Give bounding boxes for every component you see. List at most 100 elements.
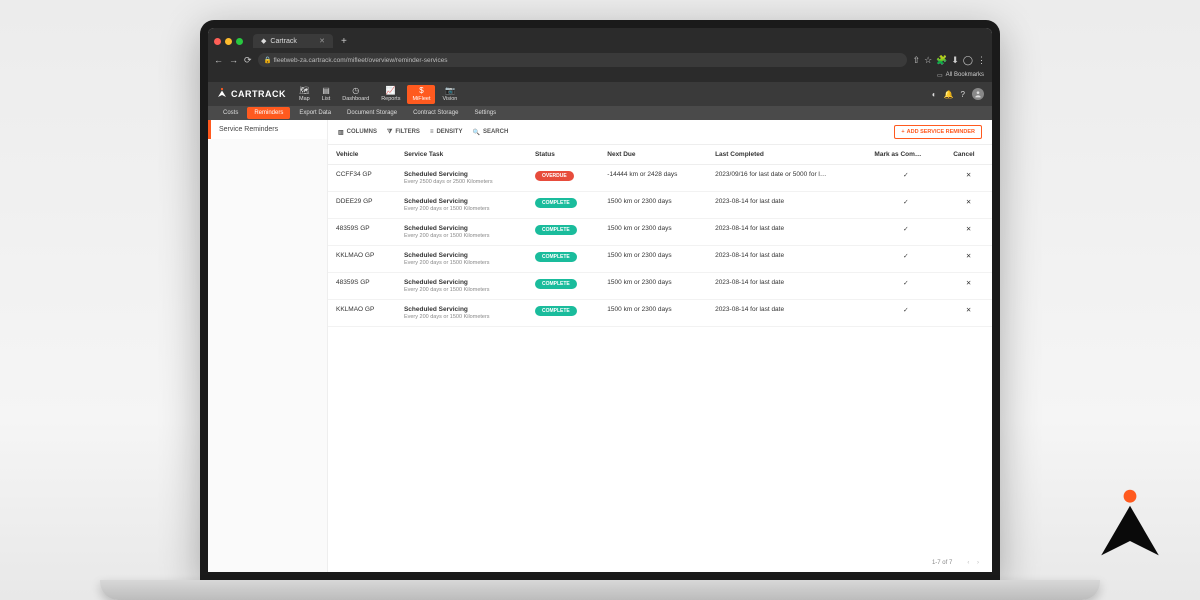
brand-logo[interactable]: CARTRACK (216, 87, 286, 101)
table-row[interactable]: 48359S GPScheduled ServicingEvery 200 da… (328, 273, 992, 300)
sidebar-item-service-reminders[interactable]: Service Reminders (208, 120, 327, 139)
sidebar: Service Reminders (208, 120, 328, 572)
nav-item-dashboard[interactable]: ◷Dashboard (337, 85, 374, 104)
filters-button[interactable]: ⧩ FILTERS (387, 129, 420, 136)
table-row[interactable]: CCFF34 GPScheduled ServicingEvery 2500 d… (328, 165, 992, 192)
cell-task: Scheduled ServicingEvery 200 days or 150… (396, 246, 527, 273)
user-avatar[interactable] (972, 88, 984, 100)
cell-task: Scheduled ServicingEvery 200 days or 150… (396, 219, 527, 246)
screen-content: ◆ Cartrack ✕ + ← → ⟳ 🔒 fleetweb-za.cartr… (208, 28, 992, 572)
close-window-icon[interactable] (214, 38, 221, 45)
mark-complete-button[interactable]: ✓ (866, 246, 945, 273)
cell-task: Scheduled ServicingEvery 200 days or 150… (396, 300, 527, 327)
map-icon: 🗺 (299, 87, 309, 95)
page-next-button[interactable]: › (977, 560, 979, 566)
mark-complete-button[interactable]: ✓ (866, 300, 945, 327)
brand-name: CARTRACK (231, 89, 286, 99)
chart-icon: 📈 (386, 87, 396, 95)
bookmark-icon[interactable]: ☆ (924, 55, 932, 66)
share-icon[interactable]: ⇧ (913, 55, 921, 66)
table-toolbar: ▥ COLUMNS ⧩ FILTERS ≡ DENSITY 🔍 SEARCH (328, 120, 992, 145)
laptop-base (100, 580, 1100, 600)
nav-item-label: List (322, 96, 331, 102)
page-prev-button[interactable]: ‹ (967, 560, 969, 566)
nav-item-label: Reports (381, 96, 400, 102)
subnav-item-export-data[interactable]: Export Data (292, 107, 338, 119)
table-row[interactable]: KKLMAO GPScheduled ServicingEvery 200 da… (328, 300, 992, 327)
subnav-item-document-storage[interactable]: Document Storage (340, 107, 404, 119)
mark-complete-button[interactable]: ✓ (866, 165, 945, 192)
nav-item-label: MiFleet (412, 96, 430, 102)
add-service-reminder-button[interactable]: + ADD SERVICE REMINDER (894, 125, 982, 139)
cell-last-completed: 2023-08-14 for last date (707, 246, 866, 273)
density-icon: ≡ (430, 129, 434, 135)
status-badge: OVERDUE (535, 171, 574, 181)
subnav-item-settings[interactable]: Settings (467, 107, 503, 119)
columns-button[interactable]: ▥ COLUMNS (338, 129, 377, 136)
browser-tab[interactable]: ◆ Cartrack ✕ (253, 34, 333, 48)
bell-icon[interactable]: 🔔 (944, 90, 954, 99)
laptop-screen: ◆ Cartrack ✕ + ← → ⟳ 🔒 fleetweb-za.cartr… (200, 20, 1000, 580)
bookmarks-bar-label[interactable]: All Bookmarks (946, 72, 984, 80)
help-icon[interactable]: ? (961, 90, 965, 99)
lock-icon: 🔒 (264, 57, 272, 64)
mark-complete-button[interactable]: ✓ (866, 192, 945, 219)
extensions-icon[interactable]: 🧩 (936, 55, 947, 66)
forward-button[interactable]: → (229, 55, 238, 65)
nav-item-label: Map (299, 96, 310, 102)
sidebar-item-label: Service Reminders (219, 126, 278, 133)
profile-icon[interactable]: ◯ (963, 55, 973, 66)
subnav-item-costs[interactable]: Costs (216, 107, 245, 119)
col-task[interactable]: Service Task (396, 145, 527, 165)
new-tab-button[interactable]: + (337, 36, 351, 47)
minimize-window-icon[interactable] (225, 38, 232, 45)
cancel-button[interactable]: ✕ (945, 192, 992, 219)
cancel-button[interactable]: ✕ (945, 246, 992, 273)
moon-icon[interactable]: ◐ (932, 90, 937, 99)
mark-complete-button[interactable]: ✓ (866, 273, 945, 300)
search-icon: 🔍 (472, 129, 479, 136)
nav-item-list[interactable]: ▤List (317, 85, 336, 104)
tab-close-icon[interactable]: ✕ (319, 37, 325, 45)
nav-item-reports[interactable]: 📈Reports (376, 85, 405, 104)
nav-item-label: Dashboard (342, 96, 369, 102)
cell-last-completed: 2023-08-14 for last date (707, 219, 866, 246)
col-next-due[interactable]: Next Due (599, 145, 707, 165)
cell-vehicle: KKLMAO GP (328, 246, 396, 273)
cell-status: Complete (527, 219, 599, 246)
nav-item-map[interactable]: 🗺Map (294, 85, 315, 104)
reminders-table: Vehicle Service Task Status Next Due Las… (328, 145, 992, 327)
cancel-button[interactable]: ✕ (945, 165, 992, 192)
col-status[interactable]: Status (527, 145, 599, 165)
cancel-button[interactable]: ✕ (945, 300, 992, 327)
maximize-window-icon[interactable] (236, 38, 243, 45)
download-icon[interactable]: ⬇ (951, 55, 959, 66)
table-row[interactable]: 48359S GPScheduled ServicingEvery 200 da… (328, 219, 992, 246)
col-cancel[interactable]: Cancel (945, 145, 992, 165)
url-bar[interactable]: 🔒 fleetweb-za.cartrack.com/mifleet/overv… (258, 53, 907, 67)
density-button[interactable]: ≡ DENSITY (430, 129, 463, 135)
subnav-item-reminders[interactable]: Reminders (247, 107, 290, 119)
subnav-item-contract-storage[interactable]: Contract Storage (406, 107, 465, 119)
col-mark[interactable]: Mark as Com… (866, 145, 945, 165)
table-row[interactable]: KKLMAO GPScheduled ServicingEvery 200 da… (328, 246, 992, 273)
reload-button[interactable]: ⟳ (244, 55, 252, 66)
window-controls[interactable] (214, 38, 243, 45)
table-row[interactable]: DDEE29 GPScheduled ServicingEvery 200 da… (328, 192, 992, 219)
main-panel: ▥ COLUMNS ⧩ FILTERS ≡ DENSITY 🔍 SEARCH (328, 120, 992, 572)
back-button[interactable]: ← (214, 55, 223, 65)
cell-next-due: 1500 km or 2300 days (599, 273, 707, 300)
cancel-button[interactable]: ✕ (945, 273, 992, 300)
cell-status: Complete (527, 273, 599, 300)
nav-item-mifleet[interactable]: $MiFleet (407, 85, 435, 104)
cell-vehicle: 48359S GP (328, 273, 396, 300)
search-button[interactable]: 🔍 SEARCH (472, 129, 508, 136)
cancel-button[interactable]: ✕ (945, 219, 992, 246)
nav-item-vision[interactable]: 📷Vision (437, 85, 462, 104)
cell-vehicle: KKLMAO GP (328, 300, 396, 327)
filter-icon: ⧩ (387, 129, 392, 136)
mark-complete-button[interactable]: ✓ (866, 219, 945, 246)
col-vehicle[interactable]: Vehicle (328, 145, 396, 165)
browser-menu-icon[interactable]: ⋮ (977, 55, 986, 66)
col-last-completed[interactable]: Last Completed (707, 145, 866, 165)
